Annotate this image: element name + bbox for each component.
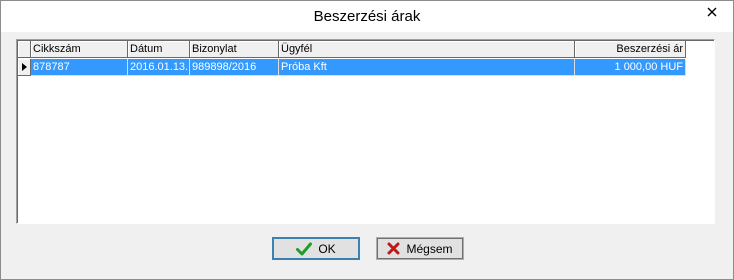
cancel-button[interactable]: Mégsem	[376, 237, 464, 260]
table-row[interactable]: 878787 2016.01.13. 989898/2016 Próba Kft…	[18, 59, 686, 76]
cell-cikkszam[interactable]: 878787	[31, 59, 128, 76]
grid-header-row: Cikkszám Dátum Bizonylat Ügyfél Beszerzé…	[18, 41, 686, 58]
column-header-beszerzesi-ar[interactable]: Beszerzési ár	[575, 41, 686, 58]
row-pointer-icon	[22, 63, 27, 71]
cancel-button-label: Mégsem	[406, 241, 453, 256]
dialog-window: Beszerzési árak Cikkszám Dátum Bizonylat…	[0, 0, 734, 280]
column-header-bizonylat[interactable]: Bizonylat	[190, 41, 279, 58]
close-button[interactable]	[699, 2, 725, 22]
dialog-title: Beszerzési árak	[313, 8, 421, 25]
header-indicator-cell	[18, 41, 31, 58]
row-indicator	[18, 59, 31, 76]
x-icon	[387, 242, 400, 255]
column-header-ugyfel[interactable]: Ügyfél	[279, 41, 575, 58]
ok-button-label: OK	[318, 241, 336, 256]
dialog-content: Cikkszám Dátum Bizonylat Ügyfél Beszerzé…	[8, 32, 726, 272]
cell-datum[interactable]: 2016.01.13.	[128, 59, 190, 76]
ok-button[interactable]: OK	[272, 237, 360, 260]
title-bar[interactable]: Beszerzési árak	[1, 1, 733, 32]
cell-bizonylat[interactable]: 989898/2016	[190, 59, 279, 76]
cell-beszerzesi-ar[interactable]: 1 000,00 HUF	[575, 59, 686, 76]
column-header-cikkszam[interactable]: Cikkszám	[31, 41, 128, 58]
close-icon	[707, 7, 717, 17]
price-grid[interactable]: Cikkszám Dátum Bizonylat Ügyfél Beszerzé…	[16, 39, 715, 224]
cell-ugyfel[interactable]: Próba Kft	[279, 59, 575, 76]
checkmark-icon	[296, 242, 313, 256]
column-header-datum[interactable]: Dátum	[128, 41, 190, 58]
